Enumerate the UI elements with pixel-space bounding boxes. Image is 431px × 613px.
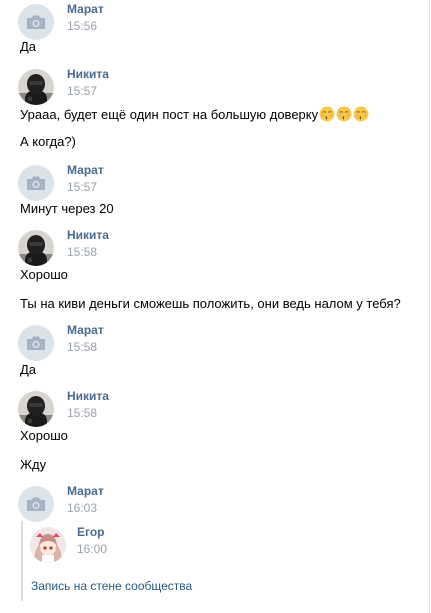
- forwarded-message: Егор 16:00 Запись на стене сообщества: [21, 521, 235, 601]
- message-text: Да: [20, 362, 37, 377]
- camera-icon: [18, 486, 54, 522]
- avatar[interactable]: [18, 4, 54, 40]
- author-name[interactable]: Марат: [67, 163, 104, 177]
- kissing-face-icon: [319, 106, 335, 126]
- message-text: Хорошо: [20, 267, 68, 282]
- avatar[interactable]: [18, 325, 54, 361]
- avatar[interactable]: [18, 486, 54, 522]
- forwarded-avatar[interactable]: [30, 527, 66, 563]
- helmet-photo-icon: [18, 230, 54, 266]
- helmet-photo-icon: [18, 391, 54, 427]
- author-name[interactable]: Марат: [67, 323, 104, 337]
- message-time[interactable]: 15:58: [67, 245, 97, 259]
- message-time[interactable]: 15:58: [67, 406, 97, 420]
- author-name[interactable]: Никита: [67, 389, 109, 403]
- message-time[interactable]: 15:57: [67, 180, 97, 194]
- wall-post-link[interactable]: Запись на стене сообщества: [31, 579, 192, 593]
- forwarded-time: 16:00: [77, 542, 108, 556]
- avatar[interactable]: [18, 69, 54, 105]
- message-text: А когда?): [20, 134, 76, 149]
- message-text: Хорошо: [20, 428, 68, 443]
- message-text: Урааа, будет ещё один пост на большую до…: [20, 106, 369, 126]
- message-text: Ты на киви деньги сможешь положить, они …: [20, 296, 401, 311]
- message-time[interactable]: 16:03: [67, 501, 97, 515]
- message-text-content: Урааа, будет ещё один пост на большую до…: [20, 107, 319, 122]
- author-name[interactable]: Марат: [67, 2, 104, 16]
- message-text: Да: [20, 39, 37, 54]
- message-text: Минут через 20: [20, 201, 114, 216]
- helmet-photo-icon: [18, 69, 54, 105]
- forwarded-author-name[interactable]: Егор: [77, 525, 105, 539]
- anime-avatar-icon: [30, 527, 66, 563]
- kissing-face-icon: [336, 106, 352, 126]
- chat-history: Марат 15:56 Да Никита 15:57 Урааа, будет…: [0, 0, 430, 613]
- author-name[interactable]: Никита: [67, 228, 109, 242]
- author-name[interactable]: Марат: [67, 484, 104, 498]
- message-text: Жду: [20, 457, 47, 472]
- avatar[interactable]: [18, 165, 54, 201]
- message-time[interactable]: 15:56: [67, 19, 97, 33]
- author-name[interactable]: Никита: [67, 67, 109, 81]
- kissing-face-icon: [353, 106, 369, 126]
- camera-icon: [18, 325, 54, 361]
- message-time[interactable]: 15:57: [67, 84, 97, 98]
- camera-icon: [18, 4, 54, 40]
- avatar[interactable]: [18, 230, 54, 266]
- avatar[interactable]: [18, 391, 54, 427]
- camera-icon: [18, 165, 54, 201]
- message-time[interactable]: 15:58: [67, 340, 97, 354]
